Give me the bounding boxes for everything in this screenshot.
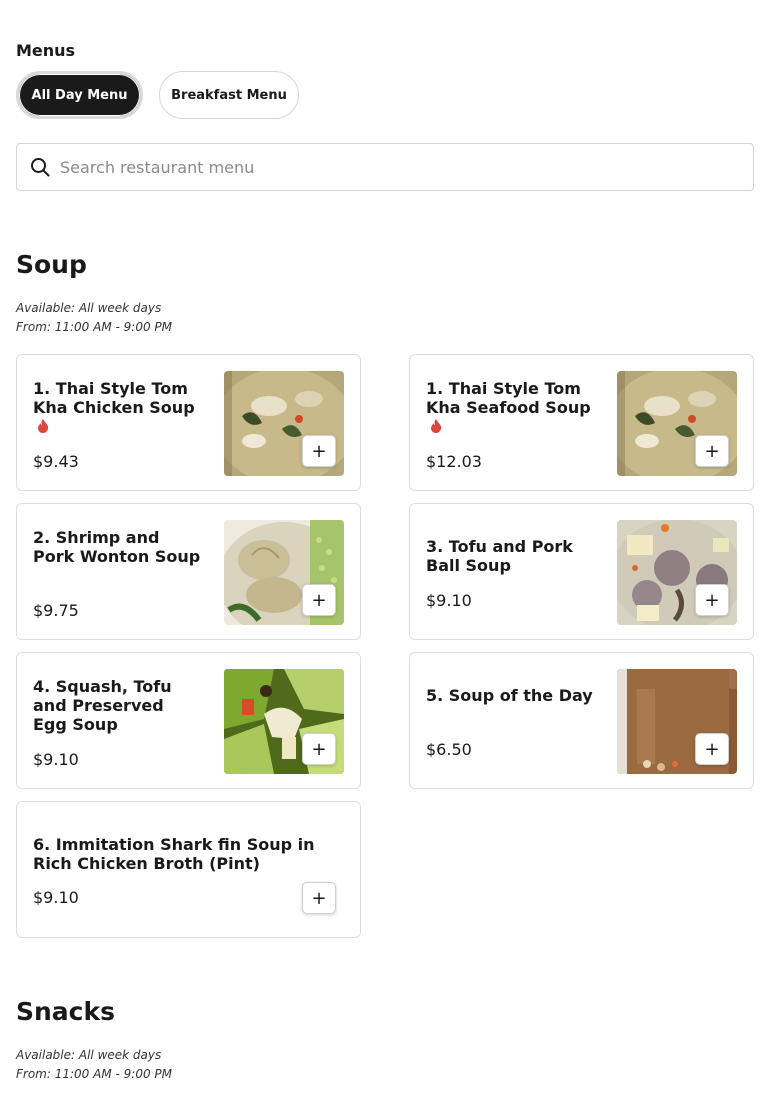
menu-item-name: 4. Squash, Tofu and Preserved Egg Soup	[33, 677, 172, 734]
menu-item-price: $9.10	[426, 591, 472, 610]
menu-item-name: 3. Tofu and Pork Ball Soup	[426, 537, 573, 575]
search-bar[interactable]	[16, 143, 754, 191]
section-hours: From: 11:00 AM - 9:00 PM	[16, 1067, 172, 1081]
section-hours: From: 11:00 AM - 9:00 PM	[16, 320, 172, 334]
menu-item-card[interactable]: 3. Tofu and Pork Ball Soup $9.10 +	[409, 503, 754, 640]
menus-label: Menus	[16, 41, 76, 60]
add-item-button[interactable]: +	[302, 584, 336, 616]
menu-item-card[interactable]: 1. Thai Style Tom Kha Seafood Soup $12.0…	[409, 354, 754, 491]
menu-item-card[interactable]: 2. Shrimp and Pork Wonton Soup $9.75 +	[16, 503, 361, 640]
menu-item-card[interactable]: 4. Squash, Tofu and Preserved Egg Soup $…	[16, 652, 361, 789]
menu-item-card[interactable]: 5. Soup of the Day $6.50 +	[409, 652, 754, 789]
menu-item-name: 2. Shrimp and Pork Wonton Soup	[33, 528, 201, 566]
menu-item-name: 1. Thai Style Tom Kha Seafood Soup	[426, 379, 596, 436]
menu-item-price: $9.10	[33, 750, 79, 769]
menu-item-price: $9.75	[33, 601, 79, 620]
tab-all-day-menu[interactable]: All Day Menu	[16, 71, 143, 119]
menu-item-name: 5. Soup of the Day	[426, 686, 593, 705]
menu-item-price: $9.43	[33, 452, 79, 471]
spicy-icon	[38, 419, 49, 433]
section-title-soup: Soup	[16, 250, 87, 279]
add-item-button[interactable]: +	[695, 584, 729, 616]
menu-item-name: 6. Immitation Shark fin Soup in Rich Chi…	[33, 835, 315, 873]
search-icon	[31, 158, 50, 177]
section-availability: Available: All week days	[16, 1048, 162, 1062]
tab-breakfast-menu[interactable]: Breakfast Menu	[159, 71, 299, 119]
menu-item-card[interactable]: 1. Thai Style Tom Kha Chicken Soup $9.43…	[16, 354, 361, 491]
search-input[interactable]	[60, 157, 700, 177]
section-title-snacks: Snacks	[16, 997, 115, 1026]
add-item-button[interactable]: +	[695, 435, 729, 467]
spicy-icon	[431, 419, 442, 433]
add-item-button[interactable]: +	[695, 733, 729, 765]
menu-item-price: $12.03	[426, 452, 482, 471]
add-item-button[interactable]: +	[302, 733, 336, 765]
menu-item-name: 1. Thai Style Tom Kha Chicken Soup	[33, 379, 203, 436]
section-availability: Available: All week days	[16, 301, 162, 315]
add-item-button[interactable]: +	[302, 882, 336, 914]
add-item-button[interactable]: +	[302, 435, 336, 467]
menu-item-price: $9.10	[33, 888, 79, 907]
menu-item-card[interactable]: 6. Immitation Shark fin Soup in Rich Chi…	[16, 801, 361, 938]
menu-item-price: $6.50	[426, 740, 472, 759]
